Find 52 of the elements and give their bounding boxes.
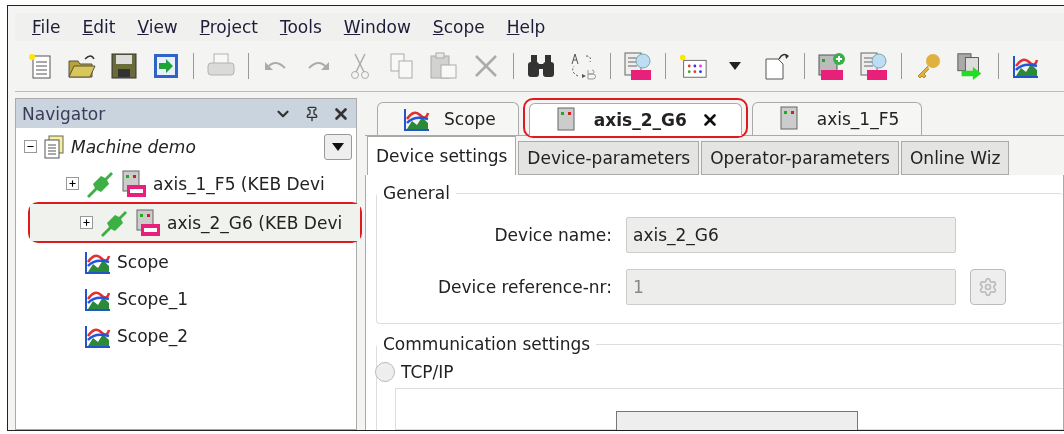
plug-icon bbox=[99, 208, 129, 237]
device-icon bbox=[121, 169, 147, 198]
tree-item[interactable]: Machine demo bbox=[16, 128, 356, 165]
gear-icon bbox=[978, 277, 998, 297]
menu-item[interactable]: Tools bbox=[279, 17, 322, 37]
menu-item[interactable]: Scope bbox=[432, 17, 485, 37]
menu-item[interactable]: Edit bbox=[82, 17, 116, 37]
tab[interactable]: Device settings bbox=[367, 136, 517, 175]
menu-item[interactable]: Window bbox=[343, 17, 411, 37]
tab[interactable]: Online Wiz bbox=[901, 141, 1010, 175]
menu-item[interactable]: Help bbox=[506, 17, 546, 37]
expand-icon[interactable] bbox=[66, 177, 79, 190]
field-label: Device reference-nr: bbox=[436, 277, 612, 297]
plug-icon bbox=[85, 169, 115, 198]
caret-icon bbox=[332, 142, 344, 151]
document-icon bbox=[43, 134, 65, 159]
chart-icon bbox=[85, 249, 111, 274]
expand-icon[interactable] bbox=[80, 216, 93, 229]
chart-icon bbox=[1013, 54, 1039, 78]
tab[interactable]: Device-parameters bbox=[518, 141, 700, 175]
page-export-icon[interactable] bbox=[762, 51, 792, 81]
radio-button[interactable] bbox=[375, 362, 395, 382]
menu-item[interactable]: Project bbox=[199, 17, 258, 37]
tree-item[interactable]: axis_1_F5 (KEB Devi bbox=[16, 165, 356, 202]
device-icon bbox=[135, 208, 161, 237]
tree-item[interactable]: Scope_2 bbox=[16, 317, 356, 354]
tree-item[interactable]: axis_2_G6 (KEB Devi bbox=[30, 204, 360, 241]
menu-item[interactable]: View bbox=[137, 17, 178, 37]
document-tab[interactable]: axis_1_F5 bbox=[751, 102, 923, 135]
document-tab[interactable]: axis_2_G6 bbox=[528, 103, 742, 136]
menu-item[interactable]: File bbox=[32, 17, 61, 37]
group-title: Communication settings bbox=[382, 334, 592, 354]
tree-item[interactable]: Scope bbox=[16, 243, 356, 280]
replace-icon[interactable] bbox=[568, 51, 598, 81]
document-tab[interactable]: Scope bbox=[377, 102, 519, 135]
input-field[interactable] bbox=[616, 411, 858, 430]
tree-item[interactable]: Scope_1 bbox=[16, 280, 356, 317]
keb-add-icon[interactable] bbox=[817, 51, 847, 81]
keb-search-icon[interactable] bbox=[623, 51, 653, 81]
field-label: Device name: bbox=[493, 225, 612, 245]
chart-icon bbox=[85, 323, 111, 348]
chart-icon bbox=[85, 286, 111, 311]
input-field[interactable]: axis_2_G6 bbox=[626, 217, 956, 253]
radio-label: TCP/IP bbox=[401, 362, 454, 382]
chart-icon bbox=[404, 107, 430, 131]
dropdown-button[interactable] bbox=[324, 133, 352, 160]
tab[interactable]: Operator-parameters bbox=[701, 141, 899, 175]
pin-icon[interactable] bbox=[304, 105, 320, 122]
keb-search-icon[interactable] bbox=[859, 51, 889, 81]
group-title: General bbox=[382, 183, 451, 203]
collapse-icon[interactable] bbox=[24, 140, 37, 153]
panel-title: Navigator bbox=[22, 103, 107, 124]
